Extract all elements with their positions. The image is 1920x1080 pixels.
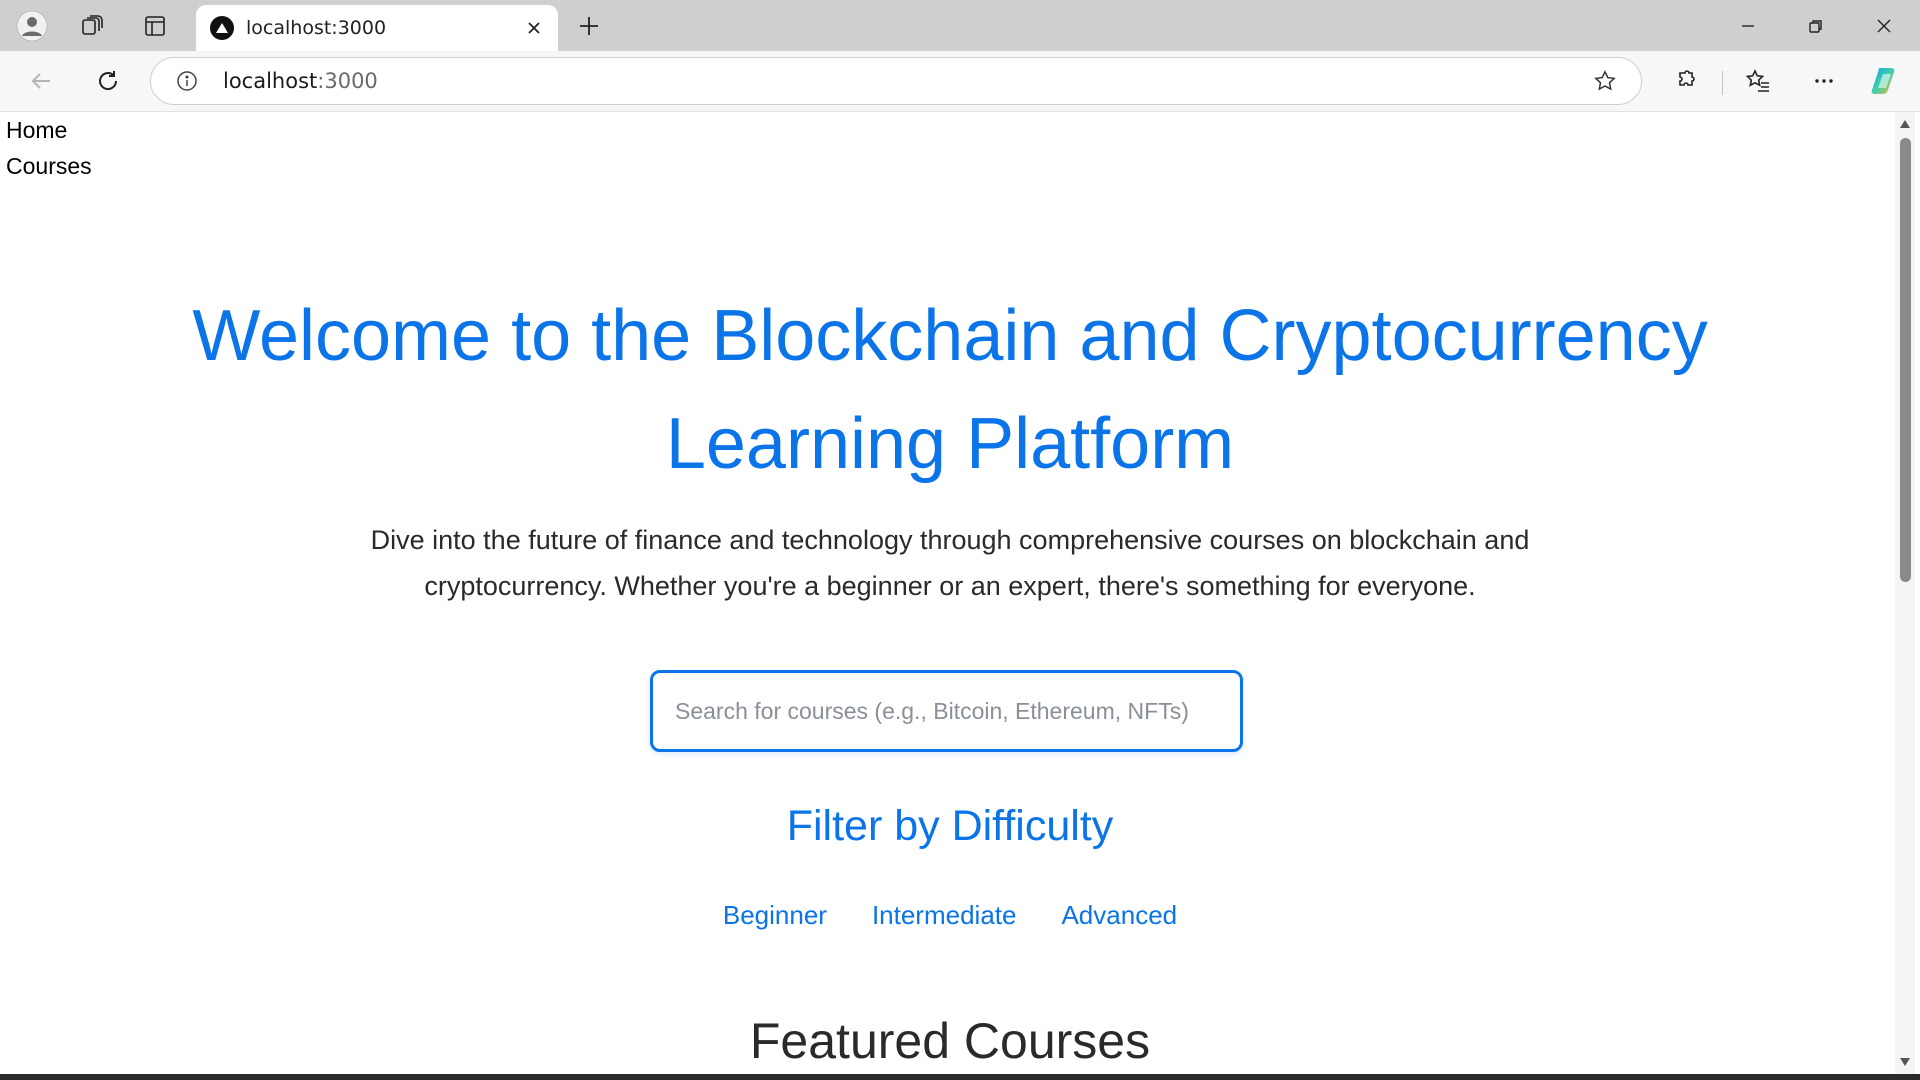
main-nav: Home Courses <box>6 112 92 184</box>
copilot-icon[interactable] <box>1867 62 1905 100</box>
browser-toolbar: localhost:3000 <box>0 51 1920 112</box>
workspaces-icon[interactable] <box>74 8 110 44</box>
site-info-icon[interactable] <box>175 69 199 93</box>
filter-intermediate-link[interactable]: Intermediate <box>872 900 1017 931</box>
close-window-icon[interactable] <box>1850 0 1918 51</box>
address-bar[interactable]: localhost:3000 <box>150 57 1642 105</box>
url-host: localhost <box>223 69 318 93</box>
tab-title: localhost:3000 <box>246 17 387 39</box>
back-arrow-icon[interactable] <box>22 62 60 100</box>
url-port: :3000 <box>317 69 378 93</box>
hero-description: Dive into the future of finance and tech… <box>370 525 1530 601</box>
hero-title-line-2: Learning Platform <box>665 404 1235 484</box>
page-scrollbar[interactable] <box>1895 112 1915 1074</box>
featured-courses-title: Featured Courses <box>749 1013 1151 1069</box>
scrollbar-thumb[interactable] <box>1900 138 1911 582</box>
url-text[interactable]: localhost:3000 <box>223 69 378 93</box>
favorites-icon[interactable] <box>1739 62 1777 100</box>
more-options-icon[interactable] <box>1805 62 1843 100</box>
browser-tab-bar: localhost:3000 <box>0 0 1920 51</box>
browser-tab-active[interactable]: localhost:3000 <box>196 5 558 51</box>
hero-title-line-1: Welcome to the Blockchain and Cryptocurr… <box>192 296 1708 376</box>
vertical-tabs-icon[interactable] <box>137 8 173 44</box>
scroll-up-arrow-icon[interactable] <box>1899 118 1911 130</box>
page-viewport: Home Courses Welcome to the Blockchain a… <box>5 112 1895 1074</box>
profile-icon[interactable] <box>14 8 50 44</box>
filter-beginner-link[interactable]: Beginner <box>723 900 827 931</box>
window-bottom-edge <box>0 1074 1920 1080</box>
restore-icon[interactable] <box>1782 0 1850 51</box>
minimize-icon[interactable] <box>1714 0 1782 51</box>
course-search-input[interactable] <box>650 670 1243 752</box>
favorite-star-icon[interactable] <box>1591 67 1619 95</box>
close-tab-icon[interactable] <box>520 14 548 42</box>
nav-item-courses[interactable]: Courses <box>6 148 92 184</box>
favicon-triangle-icon <box>210 16 234 40</box>
new-tab-plus-icon[interactable] <box>570 7 608 45</box>
filter-title: Filter by Difficulty <box>786 802 1114 850</box>
extensions-puzzle-icon[interactable] <box>1667 62 1705 100</box>
filter-advanced-link[interactable]: Advanced <box>1061 900 1177 931</box>
difficulty-filters: Beginner Intermediate Advanced <box>5 900 1895 931</box>
hero-title: Welcome to the Blockchain and Cryptocurr… <box>5 282 1895 498</box>
scroll-down-arrow-icon[interactable] <box>1899 1056 1911 1068</box>
nav-item-home[interactable]: Home <box>6 112 92 148</box>
reload-icon[interactable] <box>89 62 127 100</box>
toolbar-divider <box>1722 71 1723 95</box>
